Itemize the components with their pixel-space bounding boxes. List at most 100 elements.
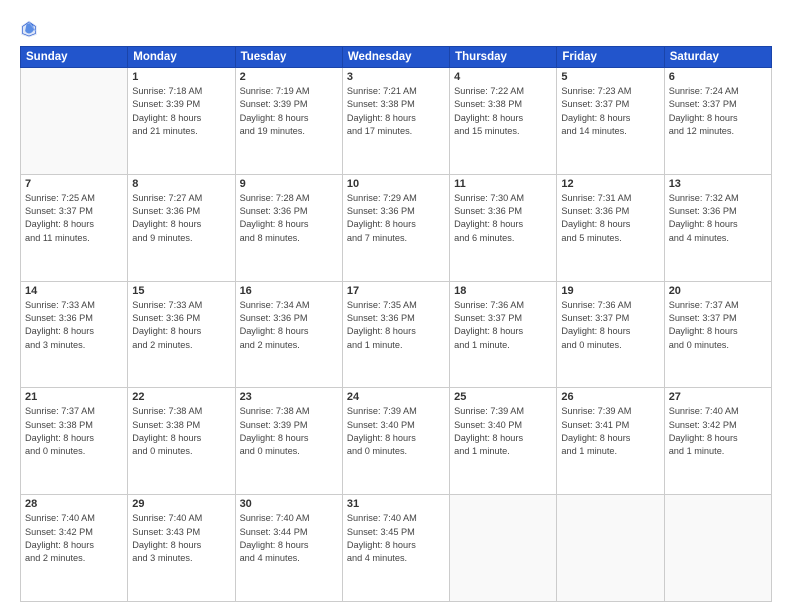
- calendar-cell: 22 Sunrise: 7:38 AM Sunset: 3:38 PM Dayli…: [128, 388, 235, 495]
- cell-info-text: Sunrise: 7:33 AM Sunset: 3:36 PM Dayligh…: [132, 299, 230, 352]
- cell-day-number: 3: [347, 71, 445, 83]
- calendar-cell: [664, 495, 771, 602]
- cell-info-text: Sunrise: 7:24 AM Sunset: 3:37 PM Dayligh…: [669, 85, 767, 138]
- cell-info-text: Sunrise: 7:21 AM Sunset: 3:38 PM Dayligh…: [347, 85, 445, 138]
- cell-day-number: 21: [25, 391, 123, 403]
- calendar-cell: 13 Sunrise: 7:32 AM Sunset: 3:36 PM Dayli…: [664, 174, 771, 281]
- cell-day-number: 18: [454, 285, 552, 297]
- cell-day-number: 4: [454, 71, 552, 83]
- cell-day-number: 10: [347, 178, 445, 190]
- col-header-friday: Friday: [557, 47, 664, 68]
- calendar-cell: 28Sunrise: 7:40 AM Sunset: 3:42 PM Dayli…: [21, 495, 128, 602]
- cell-day-number: 5: [561, 71, 659, 83]
- week-row-5: 28Sunrise: 7:40 AM Sunset: 3:42 PM Dayli…: [21, 495, 772, 602]
- cell-day-number: 11: [454, 178, 552, 190]
- cell-day-number: 23: [240, 391, 338, 403]
- cell-day-number: 26: [561, 391, 659, 403]
- week-row-1: 1 Sunrise: 7:18 AM Sunset: 3:39 PM Daylig…: [21, 68, 772, 175]
- calendar-cell: 15 Sunrise: 7:33 AM Sunset: 3:36 PM Dayli…: [128, 281, 235, 388]
- cell-day-number: 31: [347, 498, 445, 510]
- week-row-4: 21 Sunrise: 7:37 AM Sunset: 3:38 PM Dayli…: [21, 388, 772, 495]
- cell-info-text: Sunrise: 7:33 AM Sunset: 3:36 PM Dayligh…: [25, 299, 123, 352]
- col-header-saturday: Saturday: [664, 47, 771, 68]
- cell-day-number: 15: [132, 285, 230, 297]
- cell-day-number: 25: [454, 391, 552, 403]
- cell-day-number: 30: [240, 498, 338, 510]
- cell-day-number: 6: [669, 71, 767, 83]
- cell-info-text: Sunrise: 7:32 AM Sunset: 3:36 PM Dayligh…: [669, 192, 767, 245]
- calendar-cell: 14Sunrise: 7:33 AM Sunset: 3:36 PM Dayli…: [21, 281, 128, 388]
- cell-info-text: Sunrise: 7:28 AM Sunset: 3:36 PM Dayligh…: [240, 192, 338, 245]
- cell-day-number: 20: [669, 285, 767, 297]
- cell-info-text: Sunrise: 7:40 AM Sunset: 3:45 PM Dayligh…: [347, 512, 445, 565]
- cell-info-text: Sunrise: 7:39 AM Sunset: 3:40 PM Dayligh…: [347, 405, 445, 458]
- calendar-cell: 12 Sunrise: 7:31 AM Sunset: 3:36 PM Dayli…: [557, 174, 664, 281]
- calendar-cell: [557, 495, 664, 602]
- calendar-cell: 6 Sunrise: 7:24 AM Sunset: 3:37 PM Daylig…: [664, 68, 771, 175]
- cell-info-text: Sunrise: 7:40 AM Sunset: 3:44 PM Dayligh…: [240, 512, 338, 565]
- cell-info-text: Sunrise: 7:39 AM Sunset: 3:40 PM Dayligh…: [454, 405, 552, 458]
- cell-day-number: 22: [132, 391, 230, 403]
- calendar-cell: 3 Sunrise: 7:21 AM Sunset: 3:38 PM Daylig…: [342, 68, 449, 175]
- calendar-cell: 8Sunrise: 7:27 AM Sunset: 3:36 PM Daylig…: [128, 174, 235, 281]
- cell-info-text: Sunrise: 7:37 AM Sunset: 3:37 PM Dayligh…: [669, 299, 767, 352]
- calendar-cell: [21, 68, 128, 175]
- cell-info-text: Sunrise: 7:37 AM Sunset: 3:38 PM Dayligh…: [25, 405, 123, 458]
- week-row-2: 7Sunrise: 7:25 AM Sunset: 3:37 PM Daylig…: [21, 174, 772, 281]
- header: [20, 18, 772, 40]
- calendar-cell: 4 Sunrise: 7:22 AM Sunset: 3:38 PM Daylig…: [450, 68, 557, 175]
- calendar-cell: [450, 495, 557, 602]
- cell-day-number: 28: [25, 498, 123, 510]
- calendar-cell: 17 Sunrise: 7:35 AM Sunset: 3:36 PM Dayli…: [342, 281, 449, 388]
- col-header-monday: Monday: [128, 47, 235, 68]
- cell-info-text: Sunrise: 7:34 AM Sunset: 3:36 PM Dayligh…: [240, 299, 338, 352]
- cell-info-text: Sunrise: 7:38 AM Sunset: 3:38 PM Dayligh…: [132, 405, 230, 458]
- week-row-3: 14Sunrise: 7:33 AM Sunset: 3:36 PM Dayli…: [21, 281, 772, 388]
- calendar-cell: 2 Sunrise: 7:19 AM Sunset: 3:39 PM Daylig…: [235, 68, 342, 175]
- calendar-cell: 11 Sunrise: 7:30 AM Sunset: 3:36 PM Dayli…: [450, 174, 557, 281]
- cell-info-text: Sunrise: 7:35 AM Sunset: 3:36 PM Dayligh…: [347, 299, 445, 352]
- cell-day-number: 27: [669, 391, 767, 403]
- cell-info-text: Sunrise: 7:40 AM Sunset: 3:42 PM Dayligh…: [669, 405, 767, 458]
- cell-info-text: Sunrise: 7:18 AM Sunset: 3:39 PM Dayligh…: [132, 85, 230, 138]
- col-header-thursday: Thursday: [450, 47, 557, 68]
- calendar-cell: 18 Sunrise: 7:36 AM Sunset: 3:37 PM Dayli…: [450, 281, 557, 388]
- cell-info-text: Sunrise: 7:22 AM Sunset: 3:38 PM Dayligh…: [454, 85, 552, 138]
- cell-day-number: 16: [240, 285, 338, 297]
- cell-info-text: Sunrise: 7:30 AM Sunset: 3:36 PM Dayligh…: [454, 192, 552, 245]
- calendar-cell: 9Sunrise: 7:28 AM Sunset: 3:36 PM Daylig…: [235, 174, 342, 281]
- logo: [20, 18, 41, 40]
- cell-info-text: Sunrise: 7:31 AM Sunset: 3:36 PM Dayligh…: [561, 192, 659, 245]
- cell-day-number: 24: [347, 391, 445, 403]
- calendar-cell: 30 Sunrise: 7:40 AM Sunset: 3:44 PM Dayli…: [235, 495, 342, 602]
- col-header-tuesday: Tuesday: [235, 47, 342, 68]
- cell-day-number: 8: [132, 178, 230, 190]
- calendar-cell: 10Sunrise: 7:29 AM Sunset: 3:36 PM Dayli…: [342, 174, 449, 281]
- cell-info-text: Sunrise: 7:36 AM Sunset: 3:37 PM Dayligh…: [454, 299, 552, 352]
- cell-info-text: Sunrise: 7:38 AM Sunset: 3:39 PM Dayligh…: [240, 405, 338, 458]
- calendar-cell: 26 Sunrise: 7:39 AM Sunset: 3:41 PM Dayli…: [557, 388, 664, 495]
- col-header-wednesday: Wednesday: [342, 47, 449, 68]
- cell-day-number: 19: [561, 285, 659, 297]
- cell-day-number: 12: [561, 178, 659, 190]
- cell-info-text: Sunrise: 7:19 AM Sunset: 3:39 PM Dayligh…: [240, 85, 338, 138]
- calendar-cell: 20 Sunrise: 7:37 AM Sunset: 3:37 PM Dayli…: [664, 281, 771, 388]
- calendar-cell: 24 Sunrise: 7:39 AM Sunset: 3:40 PM Dayli…: [342, 388, 449, 495]
- calendar-cell: 7Sunrise: 7:25 AM Sunset: 3:37 PM Daylig…: [21, 174, 128, 281]
- cell-info-text: Sunrise: 7:36 AM Sunset: 3:37 PM Dayligh…: [561, 299, 659, 352]
- col-header-sunday: Sunday: [21, 47, 128, 68]
- cell-day-number: 2: [240, 71, 338, 83]
- cell-info-text: Sunrise: 7:25 AM Sunset: 3:37 PM Dayligh…: [25, 192, 123, 245]
- calendar-cell: 31 Sunrise: 7:40 AM Sunset: 3:45 PM Dayli…: [342, 495, 449, 602]
- logo-icon: [20, 18, 38, 40]
- cell-day-number: 1: [132, 71, 230, 83]
- cell-day-number: 17: [347, 285, 445, 297]
- cell-info-text: Sunrise: 7:23 AM Sunset: 3:37 PM Dayligh…: [561, 85, 659, 138]
- header-row: SundayMondayTuesdayWednesdayThursdayFrid…: [21, 47, 772, 68]
- calendar-cell: 5 Sunrise: 7:23 AM Sunset: 3:37 PM Daylig…: [557, 68, 664, 175]
- calendar-cell: 29Sunrise: 7:40 AM Sunset: 3:43 PM Dayli…: [128, 495, 235, 602]
- calendar-cell: 27 Sunrise: 7:40 AM Sunset: 3:42 PM Dayli…: [664, 388, 771, 495]
- calendar-cell: 23 Sunrise: 7:38 AM Sunset: 3:39 PM Dayli…: [235, 388, 342, 495]
- cell-day-number: 13: [669, 178, 767, 190]
- cell-info-text: Sunrise: 7:39 AM Sunset: 3:41 PM Dayligh…: [561, 405, 659, 458]
